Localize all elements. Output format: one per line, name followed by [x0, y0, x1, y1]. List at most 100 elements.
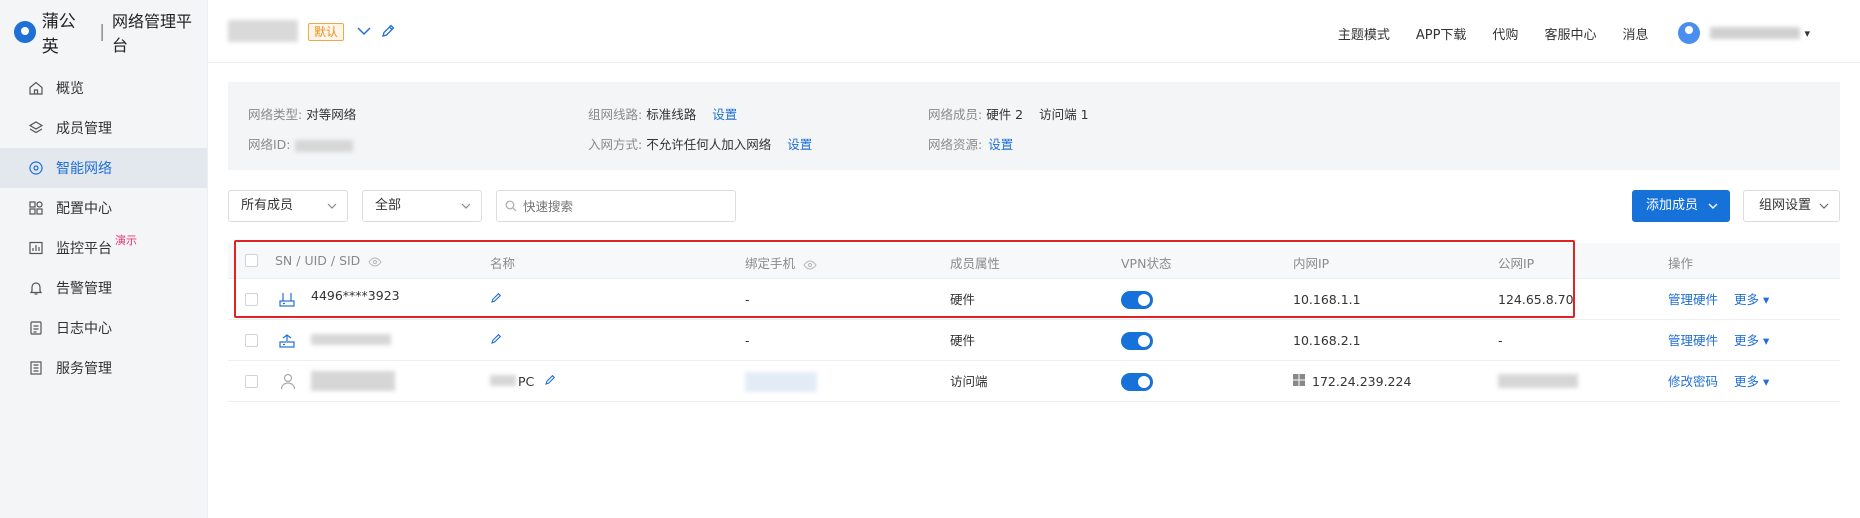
- member-lan-ip: 10.168.2.1: [1293, 333, 1361, 348]
- vpn-toggle[interactable]: [1121, 332, 1153, 350]
- default-tag: 默认: [308, 23, 345, 41]
- network-type: 网络类型: 对等网络: [248, 104, 356, 123]
- resources-info: 网络资源: 设置: [928, 134, 1013, 153]
- member-filter-value: 所有成员: [241, 198, 294, 213]
- edit-icon[interactable]: [490, 292, 502, 304]
- chevron-down-icon[interactable]: [356, 25, 372, 37]
- more-menu[interactable]: 更多 ▾: [1734, 373, 1769, 391]
- app-root: 蒲公英 | 网络管理平台 概览 成员管理 智能网络 配置中心 监控平台 演示 告…: [0, 0, 1860, 518]
- sidebar-item-smart-network[interactable]: 智能网络: [0, 148, 207, 188]
- home-icon: [29, 81, 43, 95]
- sidebar-item-members[interactable]: 成员管理: [0, 108, 207, 148]
- layers-icon: [28, 121, 44, 134]
- support-link[interactable]: 客服中心: [1544, 24, 1596, 43]
- sidebar-item-logs[interactable]: 日志中心: [0, 308, 207, 348]
- join-label: 入网方式:: [588, 137, 643, 152]
- join-settings-link[interactable]: 设置: [787, 137, 812, 152]
- sidebar-item-label: 概览: [56, 81, 84, 97]
- add-member-button[interactable]: 添加成员: [1632, 190, 1730, 222]
- more-menu[interactable]: 更多 ▾: [1734, 291, 1769, 309]
- route-label: 组网线路:: [588, 107, 643, 122]
- col-name: 名称: [490, 256, 516, 271]
- member-lan-ip: 10.168.1.1: [1293, 292, 1361, 307]
- join-value: 不允许任何人加入网络: [646, 137, 772, 152]
- top-links: 主题模式 APP下载 代购 客服中心 消息 ▾: [1312, 22, 1810, 44]
- sidebar-item-services[interactable]: 服务管理: [0, 348, 207, 388]
- brand-logo-icon: [14, 21, 36, 43]
- member-phone-redacted: [745, 372, 817, 392]
- edit-icon[interactable]: [490, 333, 502, 345]
- brand[interactable]: 蒲公英 | 网络管理平台: [0, 0, 207, 64]
- manage-hardware-link[interactable]: 管理硬件: [1668, 291, 1718, 309]
- theme-mode-link[interactable]: 主题模式: [1338, 24, 1390, 43]
- network-id: 网络ID:: [248, 134, 353, 153]
- messages-link[interactable]: 消息: [1622, 24, 1648, 43]
- edit-icon[interactable]: [380, 23, 396, 39]
- row-checkbox[interactable]: [245, 375, 258, 388]
- brand-separator: |: [99, 22, 105, 42]
- brand-subtitle: 网络管理平台: [111, 12, 192, 55]
- vpn-toggle[interactable]: [1121, 373, 1153, 391]
- purchase-link[interactable]: 代购: [1492, 24, 1518, 43]
- sidebar-item-monitor[interactable]: 监控平台 演示: [0, 228, 207, 268]
- group-settings-button[interactable]: 组网设置: [1743, 190, 1840, 222]
- table-row: PC 访问端 172.24.239.224 修改密码 更多 ▾: [228, 361, 1840, 402]
- table-row: - 硬件 10.168.2.1 - 管理硬件 更多 ▾: [228, 320, 1840, 361]
- user-menu-caret-icon[interactable]: ▾: [1804, 27, 1810, 40]
- status-filter-select[interactable]: 全部: [362, 190, 482, 222]
- sidebar-nav: 概览 成员管理 智能网络 配置中心 监控平台 演示 告警管理 日志中心 服务管理: [0, 68, 207, 388]
- bell-icon: [29, 282, 43, 295]
- col-wan-ip: 公网IP: [1498, 256, 1535, 271]
- search-input[interactable]: [496, 190, 736, 222]
- sidebar-item-overview[interactable]: 概览: [0, 68, 207, 108]
- member-wan-ip: 124.65.8.70: [1498, 292, 1574, 307]
- eye-icon[interactable]: [368, 256, 382, 267]
- member-phone: -: [745, 333, 750, 348]
- resources-settings-link[interactable]: 设置: [988, 137, 1013, 152]
- sidebar: 蒲公英 | 网络管理平台 概览 成员管理 智能网络 配置中心 监控平台 演示 告…: [0, 0, 208, 518]
- row-checkbox[interactable]: [245, 334, 258, 347]
- resources-label: 网络资源:: [928, 137, 983, 152]
- sidebar-item-config[interactable]: 配置中心: [0, 188, 207, 228]
- col-id: SN / UID / SID: [275, 253, 382, 268]
- col-phone: 绑定手机: [745, 253, 817, 272]
- sidebar-item-alerts[interactable]: 告警管理: [0, 268, 207, 308]
- group-settings-label: 组网设置: [1759, 198, 1812, 213]
- member-name-redacted: [490, 375, 516, 386]
- col-ops: 操作: [1668, 256, 1694, 271]
- chevron-down-icon: [461, 203, 471, 209]
- vpn-toggle[interactable]: [1121, 291, 1153, 309]
- row-checkbox[interactable]: [245, 293, 258, 306]
- members-client: 访问端 1: [1039, 107, 1089, 122]
- user-icon: [280, 373, 296, 390]
- edit-icon[interactable]: [544, 374, 556, 386]
- username-redacted[interactable]: [1710, 27, 1801, 39]
- avatar[interactable]: [1678, 22, 1701, 44]
- grid-icon: [29, 201, 43, 215]
- table-header: SN / UID / SID 名称 绑定手机 成员属性 VPN状态 内网IP 公…: [228, 243, 1840, 279]
- member-filter-select[interactable]: 所有成员: [228, 190, 348, 222]
- member-id-redacted: [311, 371, 395, 391]
- more-label: 更多: [1734, 333, 1760, 348]
- app-download-link[interactable]: APP下载: [1416, 24, 1467, 43]
- route-settings-link[interactable]: 设置: [712, 107, 737, 122]
- eye-icon[interactable]: [803, 259, 817, 270]
- network-id-redacted: [294, 139, 353, 152]
- select-all-checkbox[interactable]: [245, 254, 258, 267]
- more-menu[interactable]: 更多 ▾: [1734, 332, 1769, 350]
- route-info: 组网线路: 标准线路 设置: [588, 104, 737, 123]
- top-header: 默认 主题模式 APP下载 代购 客服中心 消息 ▾: [208, 0, 1860, 63]
- col-lan-ip: 内网IP: [1293, 256, 1330, 271]
- brand-name: 蒲公英: [41, 12, 76, 57]
- col-vpn: VPN状态: [1121, 256, 1172, 271]
- manage-hardware-link[interactable]: 管理硬件: [1668, 332, 1718, 350]
- demo-badge: 演示: [115, 234, 137, 247]
- member-wan-ip: -: [1498, 333, 1503, 348]
- log-icon: [30, 321, 42, 335]
- change-password-link[interactable]: 修改密码: [1668, 373, 1718, 391]
- chevron-down-icon: [1708, 203, 1718, 209]
- network-name-redacted: [228, 20, 298, 42]
- col-phone-label: 绑定手机: [745, 256, 796, 271]
- member-attr: 硬件: [950, 292, 976, 307]
- sidebar-item-label: 成员管理: [56, 121, 112, 137]
